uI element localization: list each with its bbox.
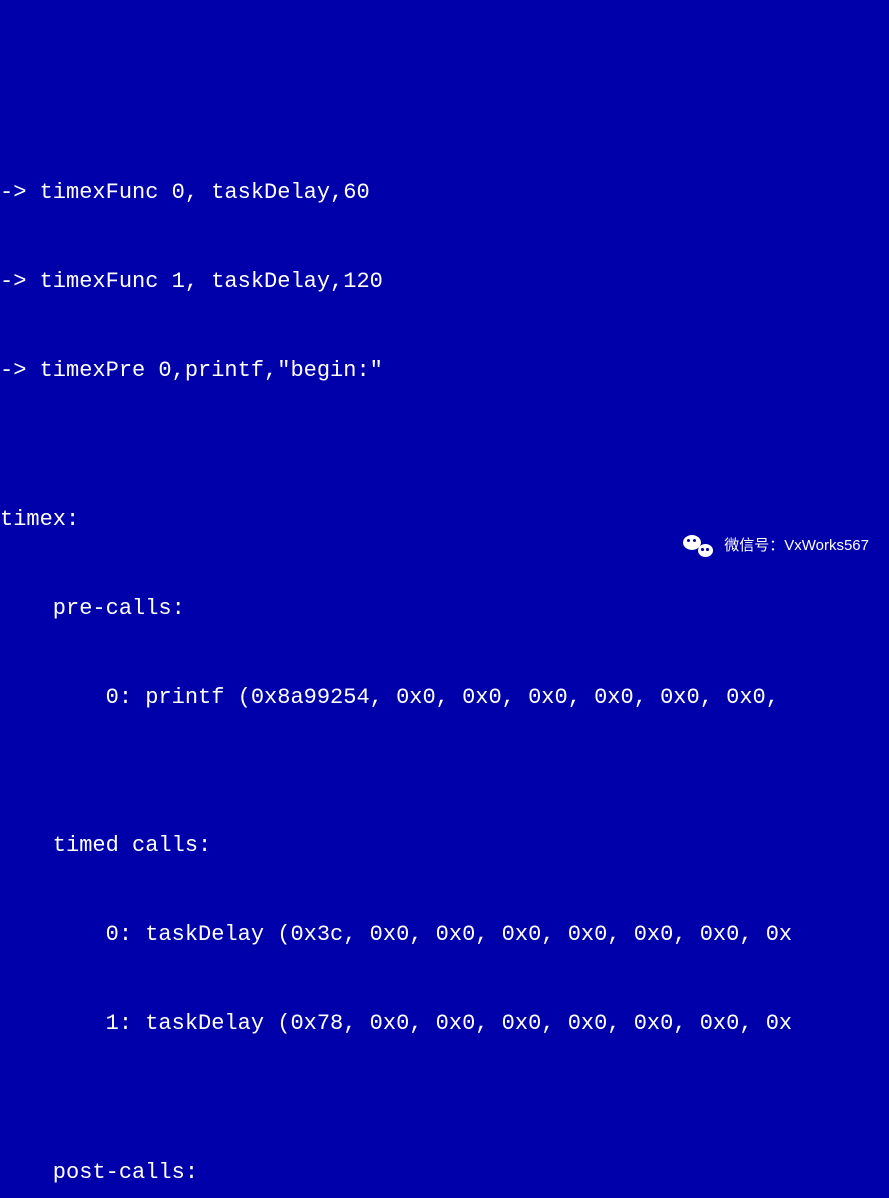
terminal-line: 0: taskDelay (0x3c, 0x0, 0x0, 0x0, 0x0, … — [0, 920, 889, 950]
terminal-line: pre-calls: — [0, 594, 889, 624]
terminal-line: post-calls: — [0, 1158, 889, 1188]
watermark-label: 微信号：VxWorks567 — [724, 536, 869, 556]
terminal-line: 0: printf (0x8a99254, 0x0, 0x0, 0x0, 0x0… — [0, 683, 889, 713]
terminal-line: -> timexPre 0,printf,"begin:" — [0, 356, 889, 386]
wechat-icon — [680, 528, 716, 564]
terminal-line: 1: taskDelay (0x78, 0x0, 0x0, 0x0, 0x0, … — [0, 1009, 889, 1039]
terminal-line: -> timexFunc 1, taskDelay,120 — [0, 267, 889, 297]
terminal-line: -> timexFunc 0, taskDelay,60 — [0, 178, 889, 208]
watermark: 微信号：VxWorks567 — [680, 528, 869, 564]
terminal-window[interactable]: -> timexFunc 0, taskDelay,60 -> timexFun… — [0, 119, 889, 718]
terminal-line: timed calls: — [0, 831, 889, 861]
